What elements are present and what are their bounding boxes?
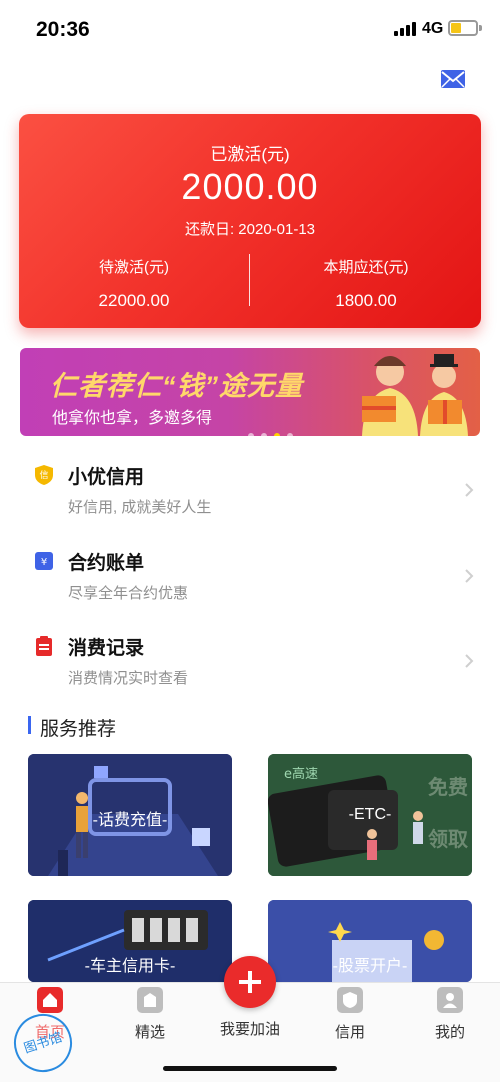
banner-title: 仁者荐仁“钱”途无量 — [50, 371, 303, 401]
tile-label: -话费充值- — [92, 812, 168, 829]
tile-stock-account[interactable]: -股票开户- — [268, 900, 472, 982]
refuel-label: 我要加油 — [219, 1021, 280, 1038]
tab-profile[interactable]: 我的 — [410, 987, 490, 1042]
svg-text:免费: 免费 — [428, 775, 468, 799]
signal-icon — [394, 22, 418, 36]
tile-label: -ETC- — [348, 806, 392, 823]
current-due-amount: 1800.00 — [335, 291, 397, 310]
activated-amount: 2000.00 — [181, 166, 319, 207]
list-item-title: 合约账单 — [68, 553, 145, 574]
pagination-dot — [261, 433, 267, 436]
chevron-right-icon — [465, 483, 474, 497]
ticket-icon: ¥ — [35, 552, 53, 570]
featured-icon — [137, 987, 163, 1013]
account-card[interactable]: 已激活(元) 2000.00 还款日: 2020-01-13 待激活(元) 22… — [19, 114, 481, 328]
etc-brand-text: e高速 — [284, 766, 318, 782]
tab-label: 我的 — [434, 1024, 465, 1041]
svg-text:¥: ¥ — [41, 557, 47, 568]
list-item-subtitle: 尽享全年合约优惠 — [68, 585, 189, 602]
credit-icon — [337, 987, 363, 1013]
list-item-title: 小优信用 — [68, 467, 145, 488]
receipt-icon — [36, 636, 52, 656]
tile-car-credit-card[interactable]: -车主信用卡- — [28, 900, 232, 982]
tab-label: 精选 — [134, 1024, 165, 1041]
gift-people-illustration — [362, 354, 468, 436]
status-bar: 20:36 4G — [0, 0, 500, 60]
battery-tip — [479, 25, 482, 31]
list-item-consumption[interactable]: 消费记录 消费情况实时查看 — [0, 627, 500, 707]
mail-icon[interactable] — [440, 68, 466, 90]
plus-icon — [239, 971, 261, 993]
home-icon — [37, 987, 63, 1013]
list-item-title: 消费记录 — [68, 638, 145, 659]
chevron-right-icon — [465, 569, 474, 583]
pending-activation[interactable]: 待激活(元) 22000.00 — [19, 256, 249, 311]
activated-label: 已激活(元) — [210, 145, 290, 164]
battery-icon — [448, 20, 478, 36]
tile-phone-recharge[interactable]: -话费充值- — [28, 754, 232, 876]
tab-label: 信用 — [334, 1024, 365, 1041]
current-due-label: 本期应还(元) — [323, 259, 409, 276]
tile-etc[interactable]: e高速 免费 领取 -ETC- — [268, 754, 472, 876]
home-indicator — [163, 1066, 337, 1071]
svg-text:信: 信 — [39, 469, 48, 481]
chevron-right-icon — [465, 654, 474, 668]
pending-label: 待激活(元) — [99, 259, 169, 276]
status-time: 20:36 — [36, 18, 90, 41]
list-item-subtitle: 消费情况实时查看 — [68, 670, 189, 687]
card-divider — [249, 254, 250, 306]
refuel-button[interactable] — [224, 956, 276, 1008]
tile-label: -车主信用卡- — [84, 958, 176, 975]
pending-amount: 22000.00 — [98, 291, 170, 310]
pagination-dot — [248, 433, 254, 436]
list-item-credit[interactable]: 信 小优信用 好信用, 成就美好人生 — [0, 456, 500, 536]
banner-subtitle: 他拿你也拿，多邀多得 — [52, 410, 213, 427]
profile-icon — [437, 987, 463, 1013]
pagination-dot — [287, 433, 293, 436]
list-item-contract-bill[interactable]: ¥ 合约账单 尽享全年合约优惠 — [0, 542, 500, 622]
tab-featured[interactable]: 精选 — [110, 987, 190, 1042]
credit-badge-icon: 信 — [35, 465, 53, 485]
pagination-dot-active — [274, 433, 280, 436]
section-title-text: 服务推荐 — [40, 719, 117, 740]
repayment-date: 还款日: 2020-01-13 — [184, 221, 316, 238]
network-type: 4G — [422, 20, 444, 37]
banner-pagination — [248, 426, 300, 436]
svg-text:领取: 领取 — [428, 827, 468, 851]
tab-credit[interactable]: 信用 — [310, 987, 390, 1042]
tile-label: -股票开户- — [332, 958, 408, 975]
section-accent-bar — [28, 716, 31, 734]
current-due[interactable]: 本期应还(元) 1800.00 — [251, 256, 481, 311]
promo-banner[interactable]: 仁者荐仁“钱”途无量 他拿你也拿，多邀多得 — [20, 348, 480, 436]
list-item-subtitle: 好信用, 成就美好人生 — [68, 499, 212, 516]
